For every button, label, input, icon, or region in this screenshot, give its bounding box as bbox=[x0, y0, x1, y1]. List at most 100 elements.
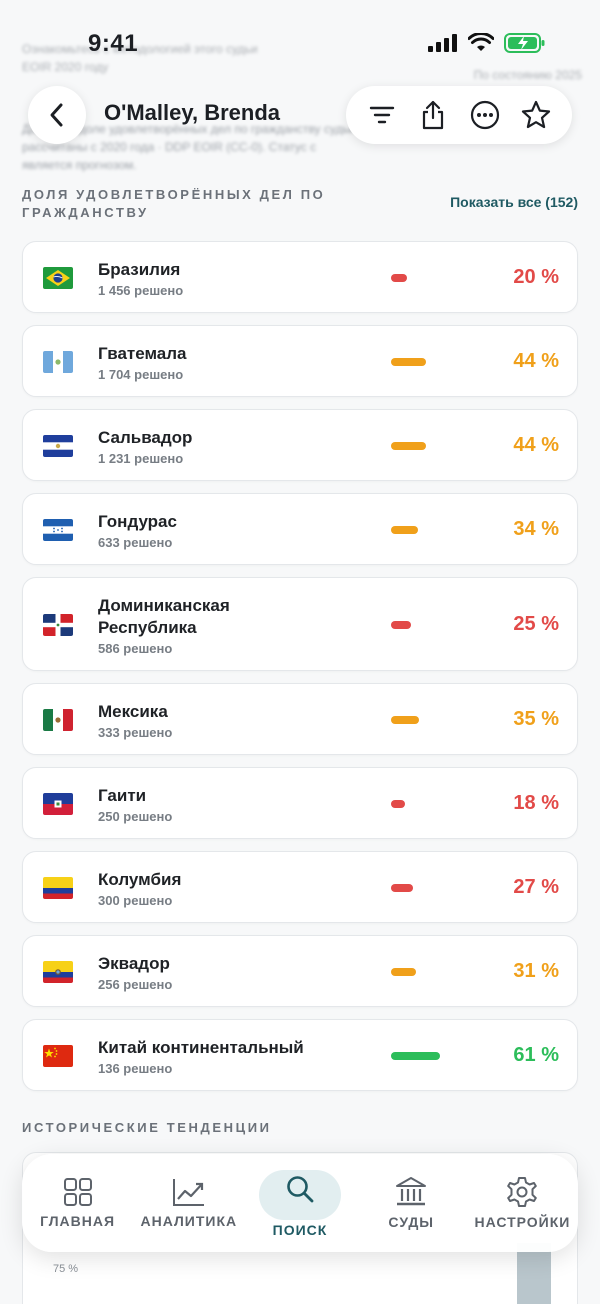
flag-mexico-icon bbox=[43, 709, 73, 731]
tab-bar: ГЛАВНАЯ АНАЛИТИКА ПОИСК СУДЫ НАСТРОЙКИ bbox=[22, 1154, 578, 1252]
decided-count: 1 231 решено bbox=[98, 451, 184, 466]
grant-rate-bar bbox=[391, 526, 418, 534]
grant-rate-value: 27 % bbox=[513, 876, 559, 898]
grant-rate-value: 34 % bbox=[513, 518, 559, 540]
country-row[interactable]: Доминиканская Республика 586 решено 25 % bbox=[22, 577, 578, 671]
status-icons bbox=[428, 32, 546, 54]
decided-count: 1 704 решено bbox=[98, 367, 184, 382]
decided-count: 1 456 решено bbox=[98, 283, 184, 298]
grant-rate-value: 61 % bbox=[513, 1044, 559, 1066]
decided-count: 136 решено bbox=[98, 1061, 173, 1076]
status-time: 9:41 bbox=[88, 30, 139, 57]
country-info: Китай континентальный 136 решено bbox=[98, 1037, 338, 1076]
tab-courts[interactable]: СУДЫ bbox=[356, 1154, 467, 1252]
signal-icon bbox=[428, 34, 457, 52]
grant-rate-bar bbox=[391, 1052, 440, 1060]
country-row[interactable]: Бразилия 1 456 решено 20 % bbox=[22, 241, 578, 313]
country-row[interactable]: Сальвадор 1 231 решено 44 % bbox=[22, 409, 578, 481]
grant-rate-value: 18 % bbox=[513, 792, 559, 814]
grid-icon bbox=[63, 1178, 92, 1206]
filter-icon bbox=[369, 106, 394, 124]
section-title: ДОЛЯ УДОВЛЕТВОРЁННЫХ ДЕЛ ПО ГРАЖДАНСТВУ bbox=[22, 187, 326, 220]
decided-count: 250 решено bbox=[98, 809, 173, 824]
grant-rate-bar bbox=[391, 716, 419, 724]
flag-guatemala-icon bbox=[43, 351, 73, 373]
wifi-icon bbox=[468, 33, 494, 51]
tab-settings[interactable]: НАСТРОЙКИ bbox=[467, 1154, 578, 1252]
status-bar: 9:41 bbox=[0, 0, 600, 86]
country-name: Бразилия bbox=[98, 260, 181, 279]
country-info: Колумбия 300 решено bbox=[98, 869, 338, 908]
country-name: Китай континентальный bbox=[98, 1038, 304, 1057]
country-row[interactable]: Эквадор 256 решено 31 % bbox=[22, 935, 578, 1007]
grant-rate-value: 44 % bbox=[513, 434, 559, 456]
decided-count: 300 решено bbox=[98, 893, 173, 908]
flag-dominican-icon bbox=[43, 614, 73, 636]
battery-charging-icon bbox=[504, 33, 545, 53]
gear-icon bbox=[507, 1177, 538, 1207]
country-info: Бразилия 1 456 решено bbox=[98, 259, 338, 298]
country-row[interactable]: Мексика 333 решено 35 % bbox=[22, 683, 578, 755]
trend-bar bbox=[517, 1243, 551, 1304]
flag-salvador-icon bbox=[43, 435, 73, 457]
tab-home-label: ГЛАВНАЯ bbox=[40, 1213, 116, 1229]
country-row[interactable]: Китай континентальный 136 решено 61 % bbox=[22, 1019, 578, 1091]
tab-home[interactable]: ГЛАВНАЯ bbox=[22, 1154, 133, 1252]
grant-rate-bar bbox=[391, 274, 407, 282]
chevron-left-icon bbox=[50, 103, 63, 127]
country-info: Эквадор 256 решено bbox=[98, 953, 338, 992]
grant-rate-bar bbox=[391, 968, 416, 976]
country-name: Гаити bbox=[98, 786, 147, 805]
grant-rate-value: 44 % bbox=[513, 350, 559, 372]
country-info: Гватемала 1 704 решено bbox=[98, 343, 338, 382]
country-name: Сальвадор bbox=[98, 428, 193, 447]
country-row[interactable]: Колумбия 300 решено 27 % bbox=[22, 851, 578, 923]
country-info: Доминиканская Республика 586 решено bbox=[98, 595, 298, 656]
more-icon bbox=[470, 100, 499, 130]
grant-rate-bar bbox=[391, 442, 426, 450]
country-row[interactable]: Гаити 250 решено 18 % bbox=[22, 767, 578, 839]
decided-count: 633 решено bbox=[98, 535, 173, 550]
filter-button[interactable] bbox=[362, 95, 402, 135]
search-icon bbox=[287, 1176, 314, 1203]
decided-count: 256 решено bbox=[98, 977, 173, 992]
country-name: Гондурас bbox=[98, 512, 177, 531]
share-button[interactable] bbox=[413, 95, 453, 135]
country-info: Сальвадор 1 231 решено bbox=[98, 427, 338, 466]
flag-ecuador-icon bbox=[43, 961, 73, 983]
court-icon bbox=[396, 1177, 427, 1206]
country-info: Гаити 250 решено bbox=[98, 785, 338, 824]
tab-settings-label: НАСТРОЙКИ bbox=[474, 1214, 571, 1230]
trends-title: ИСТОРИЧЕСКИЕ ТЕНДЕНЦИИ bbox=[22, 1120, 272, 1135]
flag-brazil-icon bbox=[43, 267, 73, 289]
country-info: Гондурас 633 решено bbox=[98, 511, 338, 550]
trend-y-label: 75 % bbox=[53, 1263, 79, 1275]
tab-search-label: ПОИСК bbox=[272, 1222, 328, 1238]
nationality-list: Бразилия 1 456 решено 20 % Гватемала 1 704 р… bbox=[22, 241, 578, 1103]
page-title: O'Malley, Brenda bbox=[104, 100, 280, 125]
grant-rate-bar bbox=[391, 621, 411, 629]
country-row[interactable]: Гондурас 633 решено 34 % bbox=[22, 493, 578, 565]
grant-rate-bar bbox=[391, 884, 413, 892]
country-name: Мексика bbox=[98, 702, 168, 721]
favorite-button[interactable] bbox=[516, 95, 556, 135]
country-name: Колумбия bbox=[98, 870, 182, 889]
grant-rate-value: 20 % bbox=[513, 266, 559, 288]
tab-analytics[interactable]: АНАЛИТИКА bbox=[133, 1154, 244, 1252]
grant-rate-value: 31 % bbox=[513, 960, 559, 982]
country-row[interactable]: Гватемала 1 704 решено 44 % bbox=[22, 325, 578, 397]
flag-honduras-icon bbox=[43, 519, 73, 541]
country-info: Мексика 333 решено bbox=[98, 701, 338, 740]
country-name: Гватемала bbox=[98, 344, 187, 363]
show-all-link[interactable]: Показать все (152) bbox=[450, 194, 578, 210]
country-name: Доминиканская Республика bbox=[98, 596, 230, 637]
back-button[interactable] bbox=[28, 86, 86, 144]
more-button[interactable] bbox=[465, 95, 505, 135]
section-header: ДОЛЯ УДОВЛЕТВОРЁННЫХ ДЕЛ ПО ГРАЖДАНСТВУ … bbox=[22, 186, 578, 222]
bg-desc-3: является прогнозом. bbox=[22, 158, 137, 172]
tab-search[interactable]: ПОИСК bbox=[244, 1154, 355, 1252]
decided-count: 586 решено bbox=[98, 641, 173, 656]
flag-china-icon bbox=[43, 1045, 73, 1067]
grant-rate-bar bbox=[391, 358, 426, 366]
grant-rate-value: 35 % bbox=[513, 708, 559, 730]
